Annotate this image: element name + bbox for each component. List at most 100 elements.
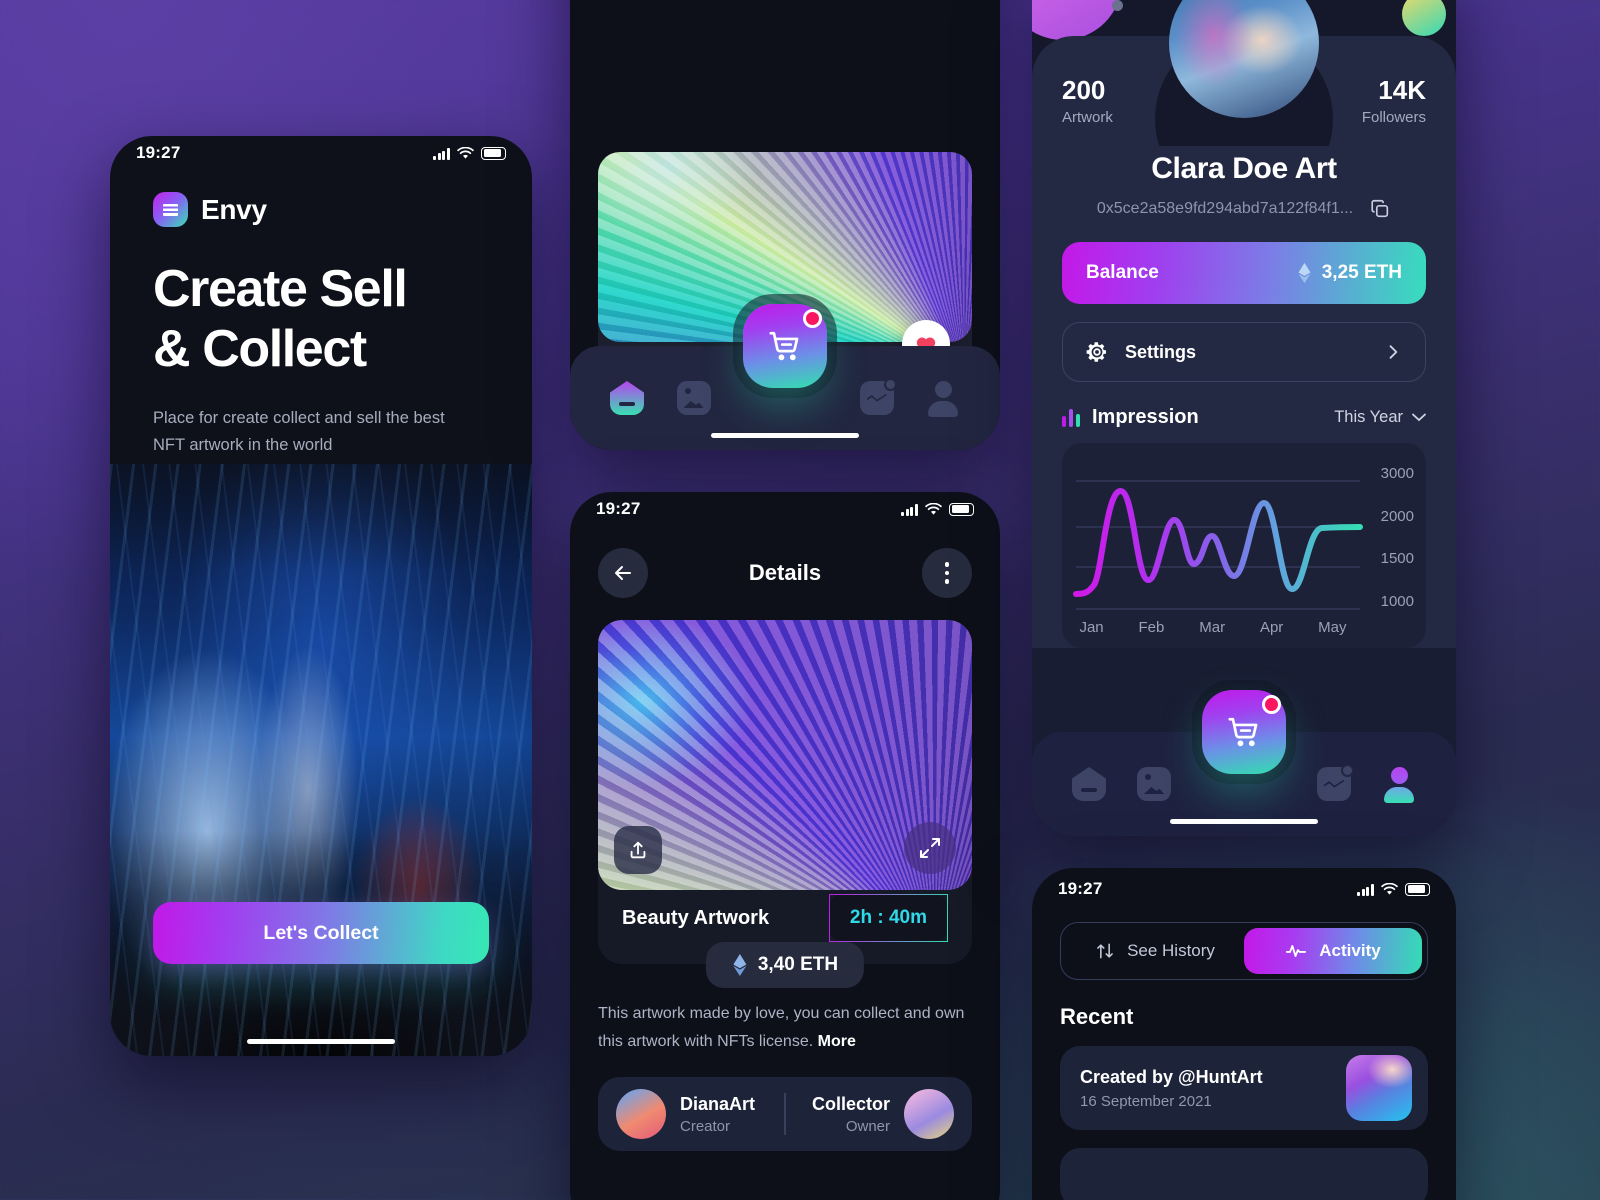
screen-details: 19:27 Details Beauty Artwork 2h: 40m 3,… <box>570 492 1000 1200</box>
screen-onboarding: 19:27 Envy Create Sell & Collect Place f… <box>110 136 532 1056</box>
creator-text: DianaArt Creator <box>680 1094 755 1135</box>
balance-card[interactable]: Balance 3,25 ETH <box>1062 242 1426 304</box>
see-history-tab[interactable]: See History <box>1066 928 1244 974</box>
status-bar-time: 19:27 <box>136 143 181 162</box>
home-indicator <box>711 433 859 438</box>
price-badge: 3,40 ETH <box>705 942 865 988</box>
wallet-address-row: 0x5ce2a58e9fd294abd7a122f84f1... <box>1062 198 1426 220</box>
y-tick: 1000 <box>1380 592 1414 610</box>
cta-wrapper: Let's Collect <box>153 902 489 964</box>
more-options-button[interactable] <box>922 548 972 598</box>
description-text: This artwork made by love, you can colle… <box>598 1005 965 1050</box>
owner-role: Owner <box>845 1117 890 1135</box>
creator-owner-bar: DianaArt Creator Collector Owner <box>598 1077 972 1152</box>
settings-row[interactable]: Settings <box>1062 322 1426 382</box>
screen-activity: 19:27 See History Activity Recent Create… <box>1032 868 1456 1200</box>
status-bar-icons <box>432 146 506 160</box>
cart-icon <box>1228 717 1258 747</box>
nav-profile-icon[interactable] <box>1382 767 1416 803</box>
nav-home-icon[interactable] <box>1072 767 1106 801</box>
avatar <box>616 1089 666 1140</box>
wifi-icon <box>457 146 474 159</box>
nav-stats-icon[interactable] <box>1317 764 1354 801</box>
kebab-menu-icon <box>944 562 950 584</box>
x-tick: Jan <box>1079 619 1104 636</box>
wifi-icon <box>1381 882 1398 895</box>
nav-gallery-icon[interactable] <box>1137 767 1171 801</box>
y-tick: 3000 <box>1380 465 1414 482</box>
activity-tab[interactable]: Activity <box>1244 928 1422 974</box>
stat-label: Artwork <box>1062 109 1113 126</box>
profile-name: Clara Doe Art <box>1151 152 1337 185</box>
impression-title: Impression <box>1092 406 1199 428</box>
app-mockup-stage: 19:27 Envy Create Sell & Collect Place f… <box>0 0 1600 1200</box>
artwork-image <box>598 620 972 890</box>
wifi-icon <box>925 502 942 515</box>
decor-blob-green <box>1402 0 1446 36</box>
artwork-title: Beauty Artwork <box>622 906 770 929</box>
chart-y-axis: 3000 2000 1500 1000 <box>1381 465 1414 610</box>
bar-chart-icon <box>1062 408 1080 427</box>
battery-icon <box>481 146 506 160</box>
share-icon <box>630 841 646 859</box>
status-bar: 19:27 <box>570 492 1000 526</box>
pulse-icon <box>1286 945 1307 957</box>
page-subtitle: Place for create collect and sell the be… <box>153 408 445 455</box>
signal-icon <box>432 147 450 160</box>
envy-logo-icon <box>153 192 188 227</box>
recent-text: Created by @HuntArt 16 September 2021 <box>1080 1067 1263 1110</box>
owner-block[interactable]: Collector Owner <box>786 1089 972 1140</box>
history-activity-toggle: See History Activity <box>1060 922 1428 980</box>
page-title: Details <box>748 560 822 585</box>
copy-icon[interactable] <box>1369 198 1391 220</box>
nav-profile-icon[interactable] <box>926 381 960 417</box>
list-item[interactable]: Created by @HuntArt 16 September 2021 <box>1060 1046 1428 1130</box>
sort-icon <box>1097 943 1113 959</box>
owner-text: Collector Owner <box>812 1094 890 1135</box>
brand: Envy <box>110 170 532 227</box>
recent-date: 16 September 2021 <box>1080 1092 1212 1110</box>
stat-value: 14K <box>1378 75 1426 105</box>
profile-hero: 200 Artwork 14K Followers <box>1032 0 1456 146</box>
share-button[interactable] <box>614 826 662 874</box>
x-tick: Apr <box>1259 619 1284 636</box>
nav-gallery-icon[interactable] <box>676 381 711 415</box>
chevron-right-icon <box>1389 345 1398 359</box>
y-tick: 1500 <box>1380 550 1414 568</box>
brand-name: Envy <box>201 193 267 225</box>
chart-x-axis: Jan Feb Mar Apr May <box>1062 619 1364 636</box>
price-value: 3,40 ETH <box>757 954 839 975</box>
avatar <box>904 1089 954 1140</box>
profile-stats: 200 Artwork 14K Followers <box>1032 75 1456 126</box>
cart-fab-button[interactable] <box>1202 690 1286 774</box>
notification-badge <box>803 309 822 328</box>
time-range-selector[interactable]: This Year <box>1334 408 1426 427</box>
arrow-left-icon <box>615 566 631 580</box>
balance-label: Balance <box>1086 262 1159 283</box>
impression-header: Impression This Year <box>1062 406 1426 429</box>
x-tick: Feb <box>1138 619 1165 636</box>
expand-button[interactable] <box>904 822 956 874</box>
nav-stats-icon[interactable] <box>859 378 897 415</box>
cart-fab-button[interactable] <box>743 304 827 388</box>
stat-followers: 14K Followers <box>1362 75 1426 126</box>
impression-chart: 3000 2000 1500 1000 Jan Feb Mar Apr May <box>1062 443 1426 648</box>
gear-icon <box>1086 342 1106 362</box>
back-button[interactable] <box>598 548 648 598</box>
wallet-address: 0x5ce2a58e9fd294abd7a122f84f1... <box>1096 200 1354 217</box>
status-bar-icons <box>900 502 974 516</box>
stat-value: 200 <box>1062 75 1106 105</box>
more-link[interactable]: More <box>818 1033 856 1050</box>
impression-title-group: Impression <box>1062 406 1199 429</box>
signal-icon <box>900 503 918 516</box>
page-title: Create Sell & Collect <box>153 260 408 379</box>
list-item[interactable] <box>1060 1148 1428 1200</box>
cart-icon <box>769 331 799 361</box>
signal-icon <box>1356 883 1374 896</box>
nav-home-icon[interactable] <box>610 381 644 415</box>
chart-line <box>1073 488 1363 597</box>
lets-collect-button[interactable]: Let's Collect <box>153 902 489 964</box>
creator-block[interactable]: DianaArt Creator <box>598 1089 784 1140</box>
home-indicator <box>1170 819 1318 824</box>
status-bar: 19:27 <box>1032 868 1456 902</box>
